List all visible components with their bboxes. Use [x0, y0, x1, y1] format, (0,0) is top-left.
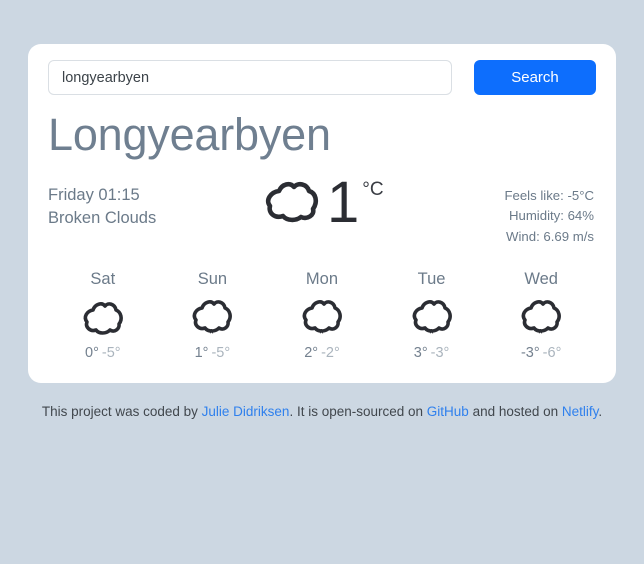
author-link[interactable]: Julie Didriksen	[202, 404, 290, 419]
humidity-value: Humidity: 64%	[508, 208, 594, 224]
svg-text:*: *	[319, 326, 324, 339]
forecast-min-temp: -5°	[101, 345, 121, 362]
forecast-day: Sun * 1° -5°	[158, 270, 268, 361]
github-link[interactable]: GitHub	[427, 404, 469, 419]
forecast-max-temp: 3°	[413, 345, 428, 362]
forecast-temps: 0° -5°	[48, 345, 158, 361]
forecast-day-name: Tue	[417, 270, 446, 289]
forecast-max-temp: 2°	[304, 345, 319, 362]
forecast-max-temp: -3°	[520, 345, 540, 362]
forecast-min-temp: -6°	[542, 345, 562, 362]
forecast-max-temp: 1°	[194, 345, 209, 362]
forecast-temps: 2° -2°	[267, 345, 377, 361]
forecast-day-name: Sat	[90, 270, 116, 289]
cloud-snow-icon: *	[377, 297, 487, 341]
feels-like-value: Feels like: -5°C	[504, 187, 594, 203]
current-description: Broken Clouds	[48, 209, 157, 228]
cloud-icon	[263, 178, 321, 229]
forecast-min-temp: -5°	[211, 345, 231, 362]
forecast-temps: -3° -6°	[486, 345, 596, 361]
forecast-day-name: Mon	[305, 270, 339, 289]
weather-app: Search Longyearbyen Friday 01:15 Broken …	[0, 0, 644, 564]
forecast-day-name: Wed	[524, 270, 558, 289]
forecast-temps: 1° -5°	[158, 345, 268, 361]
cloud-icon	[48, 297, 158, 341]
footer: This project was coded by Julie Didrikse…	[28, 402, 616, 422]
search-input[interactable]	[48, 60, 452, 95]
forecast-day: Sat 0° -5°	[48, 270, 158, 361]
wind-value: Wind: 6.69 m/s	[506, 229, 594, 245]
temperature-unit: °C	[362, 178, 384, 200]
forecast-min-temp: -3°	[430, 345, 450, 362]
search-form: Search	[46, 60, 598, 95]
forecast-row: Sat 0° -5° Sun * 1° -5° Mon * 2° -2° Tue…	[46, 270, 598, 361]
footer-text-1: This project was coded by	[41, 404, 202, 420]
netlify-link[interactable]: Netlify	[562, 404, 599, 419]
footer-text-3: and hosted on	[468, 404, 562, 420]
current-stats: Feels like: -5°C Humidity: 64% Wind: 6.6…	[472, 178, 594, 249]
current-temperature: 1	[327, 169, 360, 235]
current-datetime: Friday 01:15	[48, 185, 140, 204]
current-summary: Friday 01:15 Broken Clouds	[48, 178, 253, 231]
current-temperature-block: 1 °C	[253, 169, 472, 235]
cloud-snow-icon: *	[267, 297, 377, 341]
forecast-min-temp: -2°	[321, 345, 340, 362]
forecast-day: Wed * -3° -6°	[486, 270, 596, 361]
forecast-day: Tue * 3° -3°	[377, 270, 487, 361]
svg-text:*: *	[209, 326, 214, 339]
footer-text-2: . It is open-sourced on	[289, 404, 427, 420]
cloud-snow-icon: *	[158, 297, 268, 341]
forecast-day: Mon * 2° -2°	[267, 270, 377, 361]
forecast-max-temp: 0°	[85, 345, 99, 362]
search-button[interactable]: Search	[474, 60, 596, 95]
svg-text:*: *	[538, 326, 543, 339]
forecast-temps: 3° -3°	[377, 345, 487, 361]
page-title: Longyearbyen	[48, 109, 331, 160]
forecast-day-name: Sun	[197, 270, 228, 289]
weather-card: Search Longyearbyen Friday 01:15 Broken …	[28, 44, 616, 384]
cloud-snow-icon: *	[486, 297, 596, 341]
footer-text-4: .	[598, 404, 603, 420]
current-weather: Friday 01:15 Broken Clouds 1 °C Feels li…	[46, 169, 598, 249]
svg-text:*: *	[429, 326, 434, 339]
